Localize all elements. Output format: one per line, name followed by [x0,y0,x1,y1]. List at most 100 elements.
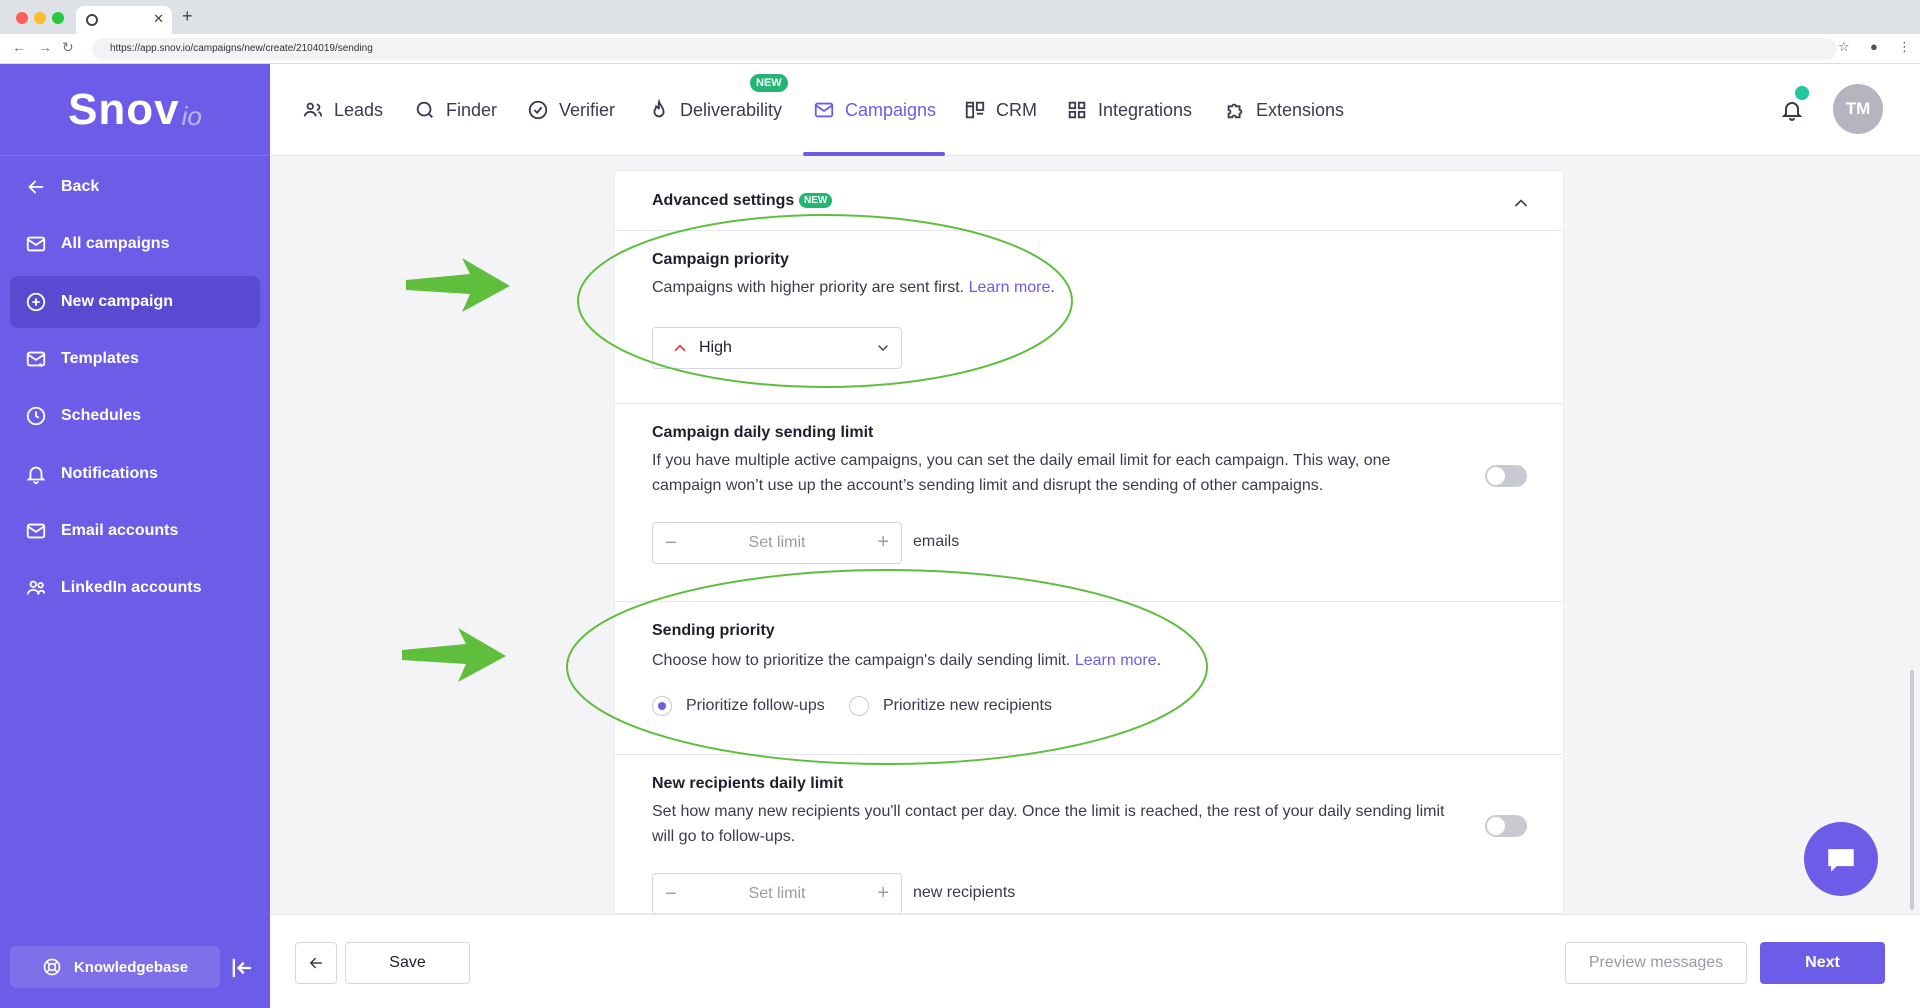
new-recipients-desc: Set how many new recipients you'll conta… [652,799,1472,849]
sidebar-item-all-campaigns[interactable]: All campaigns [10,218,260,270]
crm-icon [965,101,985,119]
daily-limit-stepper[interactable]: − Set limit + [652,522,902,564]
nav-label: Finder [446,99,498,120]
sidebar-item-templates[interactable]: Templates [10,333,260,385]
users-icon [303,102,323,117]
profile-icon[interactable]: ● [1870,39,1878,54]
nav-item-verifier[interactable]: Verifier [527,64,615,156]
nav-item-leads[interactable]: Leads [302,64,383,156]
priority-up-icon [674,344,686,352]
daily-limit-toggle[interactable] [1485,465,1527,487]
chevron-down-icon [878,345,888,351]
nav-item-integrations[interactable]: Integrations [1066,64,1192,156]
advanced-settings-card: Advanced settings NEW Campaign priority … [614,170,1564,915]
save-button[interactable]: Save [345,942,470,984]
new-tab-icon[interactable]: + [182,6,193,26]
toggle-knob [1487,467,1505,485]
arrow-left-icon [28,180,44,194]
chat-button[interactable] [1804,822,1878,896]
new-recipients-section: New recipients daily limit Set how many … [615,755,1563,915]
page-scrollbar[interactable] [1910,670,1914,910]
sidebar-item-notifications[interactable]: Notifications [10,448,260,500]
campaign-priority-section: Campaign priority Campaigns with higher … [615,231,1563,404]
daily-limit-section: Campaign daily sending limit If you have… [615,404,1563,602]
browser-forward-icon[interactable]: → [38,39,52,55]
sending-priority-desc-suffix: . [1156,652,1162,669]
new-recipients-title: New recipients daily limit [652,775,844,792]
browser-back-icon[interactable]: ← [12,39,26,55]
sidebar-item-email-accounts[interactable]: Email accounts [10,505,260,557]
sidebar: Snov io Back All campaigns New campaign … [0,64,270,1008]
sidebar-item-schedules[interactable]: Schedules [10,390,260,442]
tab-close-icon[interactable]: ✕ [153,11,164,27]
browser-tab[interactable]: ✕ [76,6,172,34]
campaign-priority-learn-more-link[interactable]: Learn more [969,279,1051,296]
favicon-icon [86,14,98,26]
sidebar-item-label: New campaign [61,293,174,310]
maximize-window-button[interactable] [52,12,64,24]
radio-label: Prioritize follow-ups [686,697,825,714]
daily-limit-desc-line-1: If you have multiple active campaigns, y… [652,452,1391,469]
sending-priority-desc-text: Choose how to prioritize the campaign's … [652,652,1075,669]
advanced-settings-title: Advanced settings [652,192,795,209]
new-recipients-toggle[interactable] [1485,815,1527,837]
sidebar-item-label: Templates [61,350,139,367]
logo[interactable]: Snov io [0,64,270,156]
increment-icon[interactable]: + [877,882,889,905]
sidebar-item-back[interactable]: Back [10,161,260,213]
new-recipients-desc-line-1: Set how many new recipients you'll conta… [652,803,1445,820]
increment-icon[interactable]: + [877,531,889,554]
grid-icon [1068,101,1086,119]
template-icon [26,351,46,367]
nav-item-finder[interactable]: Finder [414,64,497,156]
nav-label: Deliverability [680,99,783,120]
puzzle-icon [1227,103,1243,119]
campaign-priority-desc: Campaigns with higher priority are sent … [652,275,1055,300]
sidebar-item-linkedin-accounts[interactable]: LinkedIn accounts [10,562,260,614]
campaign-priority-select[interactable]: High [652,327,902,369]
radio-prioritize-follow-ups[interactable]: Prioritize follow-ups [652,696,825,716]
nav-label: Extensions [1256,99,1345,120]
notifications-bell-icon[interactable] [1780,98,1804,122]
sidebar-item-label: Notifications [61,465,158,482]
active-tab-indicator [803,152,945,156]
minimize-window-button[interactable] [34,12,46,24]
back-button[interactable] [295,942,337,984]
advanced-settings-header[interactable]: Advanced settings NEW [615,171,1563,231]
sidebar-item-label: All campaigns [61,235,170,252]
new-recipients-placeholder: Set limit [748,885,806,902]
sidebar-item-label: Schedules [61,407,142,424]
user-avatar[interactable]: TM [1833,84,1883,134]
radio-prioritize-new-recipients[interactable]: Prioritize new recipients [849,696,1052,716]
chevron-up-icon[interactable] [1511,193,1531,213]
annotation-arrow-icon [402,628,506,682]
preview-messages-button[interactable]: Preview messages [1565,942,1747,984]
sidebar-item-new-campaign[interactable]: New campaign [10,276,260,328]
daily-limit-desc-line-2: campaign won’t use up the account’s send… [652,477,1324,494]
browser-reload-icon[interactable]: ↻ [62,39,74,56]
collapse-sidebar-icon[interactable] [228,954,256,982]
knowledgebase-label: Knowledgebase [73,958,189,976]
knowledgebase-button[interactable]: Knowledgebase [10,946,220,988]
url-field[interactable]: https://app.snov.io/campaigns/new/create… [92,38,1837,60]
check-circle-icon [528,100,548,120]
new-recipients-unit: new recipients [913,884,1016,901]
radio-dot [849,696,869,716]
nav-item-campaigns[interactable]: Campaigns [813,64,936,156]
bookmark-star-icon[interactable]: ☆ [1838,39,1850,55]
next-button[interactable]: Next [1760,942,1885,984]
clock-icon [26,406,46,426]
chat-icon [1828,849,1854,872]
nav-label: CRM [996,99,1037,120]
avatar-initials: TM [1845,99,1871,118]
nav-item-extensions[interactable]: Extensions [1224,64,1344,156]
daily-limit-unit: emails [913,533,960,550]
browser-menu-icon[interactable]: ⋮ [1898,39,1911,55]
new-recipients-stepper[interactable]: − Set limit + [652,873,902,915]
sending-priority-learn-more-link[interactable]: Learn more [1075,652,1157,669]
sending-priority-section: Sending priority Choose how to prioritiz… [615,602,1563,755]
mail-icon [26,236,46,252]
nav-item-crm[interactable]: CRM [964,64,1037,156]
campaign-priority-title: Campaign priority [652,251,789,268]
close-window-button[interactable] [16,12,28,24]
